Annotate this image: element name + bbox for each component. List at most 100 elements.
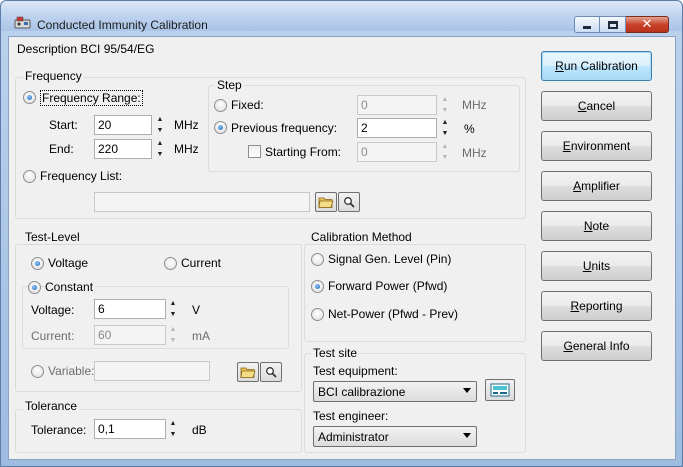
method-net-power-radio[interactable]	[311, 308, 324, 321]
step-previous-spinner[interactable]: ▲ ▼	[439, 118, 451, 138]
run-calibration-label: un Calibration	[563, 59, 638, 73]
end-frequency-spinner[interactable]: ▲ ▼	[154, 139, 166, 159]
current-input[interactable]: 60	[94, 325, 166, 345]
end-label: End:	[49, 142, 74, 156]
start-frequency-input[interactable]: 20	[94, 115, 152, 135]
folder-open-icon	[240, 367, 256, 378]
reporting-hotkey: R	[570, 299, 580, 313]
spin-up-icon: ▲	[169, 420, 177, 427]
current-spinner[interactable]: ▲ ▼	[167, 325, 179, 345]
step-previous-radio[interactable]	[214, 121, 227, 134]
reporting-button[interactable]: Reporting	[541, 291, 652, 321]
amplifier-label: mplifier	[581, 179, 620, 193]
tolerance-unit: dB	[192, 423, 207, 437]
frequency-group-title: Frequency	[23, 69, 84, 83]
frequency-range-label[interactable]: Frequency Range:	[40, 90, 143, 106]
test-level-constant-radio[interactable]	[28, 281, 41, 294]
step-fixed-input[interactable]: 0	[357, 95, 437, 115]
units-hotkey: U	[582, 259, 592, 273]
method-forward-power-label: Forward Power (Pfwd)	[328, 279, 448, 293]
tolerance-group-title: Tolerance	[23, 399, 80, 413]
amplifier-hotkey: A	[573, 179, 582, 193]
voltage-spinner[interactable]: ▲ ▼	[167, 299, 179, 319]
step-fixed-radio[interactable]	[214, 99, 227, 112]
voltage-unit: V	[192, 303, 201, 317]
voltage-input[interactable]: 6	[94, 299, 166, 319]
step-previous-input[interactable]: 2	[357, 118, 437, 138]
test-equipment-select[interactable]: BCI calibrazione	[313, 381, 477, 402]
frequency-list-radio[interactable]	[23, 170, 36, 183]
spin-up-icon: ▲	[441, 143, 449, 150]
calibration-method-group-title: Calibration Method	[309, 230, 414, 244]
environment-button[interactable]: Environment	[541, 131, 652, 161]
start-frequency-spinner[interactable]: ▲ ▼	[154, 115, 166, 135]
end-frequency-input[interactable]: 220	[94, 139, 152, 159]
dialog-client-area: Description BCI 95/54/EG Frequency Frequ…	[8, 36, 676, 460]
test-engineer-value: Administrator	[318, 430, 389, 444]
close-icon: ✕	[641, 17, 653, 32]
maximize-icon	[607, 20, 618, 29]
method-signal-gen-radio[interactable]	[311, 253, 324, 266]
starting-from-spinner[interactable]: ▲ ▼	[439, 142, 451, 162]
voltage-field-label: Voltage:	[31, 303, 75, 317]
note-button[interactable]: Note	[541, 211, 652, 241]
note-hotkey: N	[583, 219, 593, 233]
test-level-current-radio[interactable]	[164, 257, 177, 270]
frequency-list-view-button[interactable]	[338, 192, 360, 212]
test-equipment-label: Test equipment:	[313, 364, 398, 378]
method-forward-power-radio[interactable]	[311, 280, 324, 293]
step-fixed-spinner[interactable]: ▲ ▼	[439, 95, 451, 115]
minimize-button[interactable]	[574, 16, 600, 33]
test-engineer-label: Test engineer:	[313, 409, 389, 423]
variable-view-button[interactable]	[260, 362, 282, 382]
frequency-list-label: Frequency List:	[40, 169, 123, 183]
test-level-current-label: Current	[181, 256, 222, 270]
variable-path-input[interactable]	[94, 361, 210, 381]
note-label: ote	[592, 219, 610, 233]
tolerance-spinner[interactable]: ▲ ▼	[167, 419, 179, 439]
variable-open-button[interactable]	[237, 362, 259, 382]
test-engineer-select[interactable]: Administrator	[313, 426, 477, 447]
test-level-variable-label: Variable:	[48, 364, 95, 378]
run-calibration-button[interactable]: Run Calibration	[541, 51, 652, 81]
step-group-title: Step	[215, 78, 244, 92]
tolerance-input[interactable]: 0,1	[94, 419, 166, 439]
starting-from-input[interactable]: 0	[357, 142, 437, 162]
minimize-icon	[583, 26, 591, 29]
frequency-list-open-button[interactable]	[315, 192, 337, 212]
chevron-down-icon	[463, 388, 471, 393]
test-level-group-title: Test-Level	[23, 230, 82, 244]
spin-up-icon: ▲	[441, 119, 449, 126]
test-equipment-value: BCI calibrazione	[318, 385, 406, 399]
start-label: Start:	[49, 118, 78, 132]
test-equipment-edit-button[interactable]	[485, 379, 515, 401]
current-field-label: Current:	[31, 329, 75, 343]
folder-open-icon	[318, 197, 334, 208]
window-title: Conducted Immunity Calibration	[37, 18, 208, 32]
description-label: Description BCI 95/54/EG	[17, 42, 155, 56]
units-button[interactable]: Units	[541, 251, 652, 281]
test-level-voltage-radio[interactable]	[31, 257, 44, 270]
test-level-variable-radio[interactable]	[31, 365, 44, 378]
caption-buttons: ✕	[574, 16, 669, 33]
amplifier-button[interactable]: Amplifier	[541, 171, 652, 201]
starting-from-label: Starting From:	[265, 145, 342, 159]
frequency-list-path-input[interactable]	[94, 192, 310, 212]
close-button[interactable]: ✕	[626, 16, 669, 33]
spin-down-icon: ▼	[169, 311, 177, 318]
window-app-icon	[14, 16, 31, 29]
starting-from-checkbox[interactable]	[248, 145, 261, 158]
cancel-button[interactable]: Cancel	[541, 91, 652, 121]
spin-up-icon: ▲	[169, 300, 177, 307]
general-info-button[interactable]: General Info	[541, 331, 652, 361]
start-unit: MHz	[174, 118, 199, 132]
starting-from-unit: MHz	[462, 146, 487, 160]
spin-up-icon: ▲	[156, 140, 164, 147]
spin-up-icon: ▲	[169, 326, 177, 333]
spin-down-icon: ▼	[156, 151, 164, 158]
magnifier-icon	[266, 367, 277, 378]
title-bar[interactable]: Conducted Immunity Calibration ✕	[1, 1, 682, 33]
frequency-range-radio[interactable]	[23, 91, 36, 104]
method-signal-gen-label: Signal Gen. Level (Pin)	[328, 252, 452, 266]
maximize-button[interactable]	[600, 16, 626, 33]
